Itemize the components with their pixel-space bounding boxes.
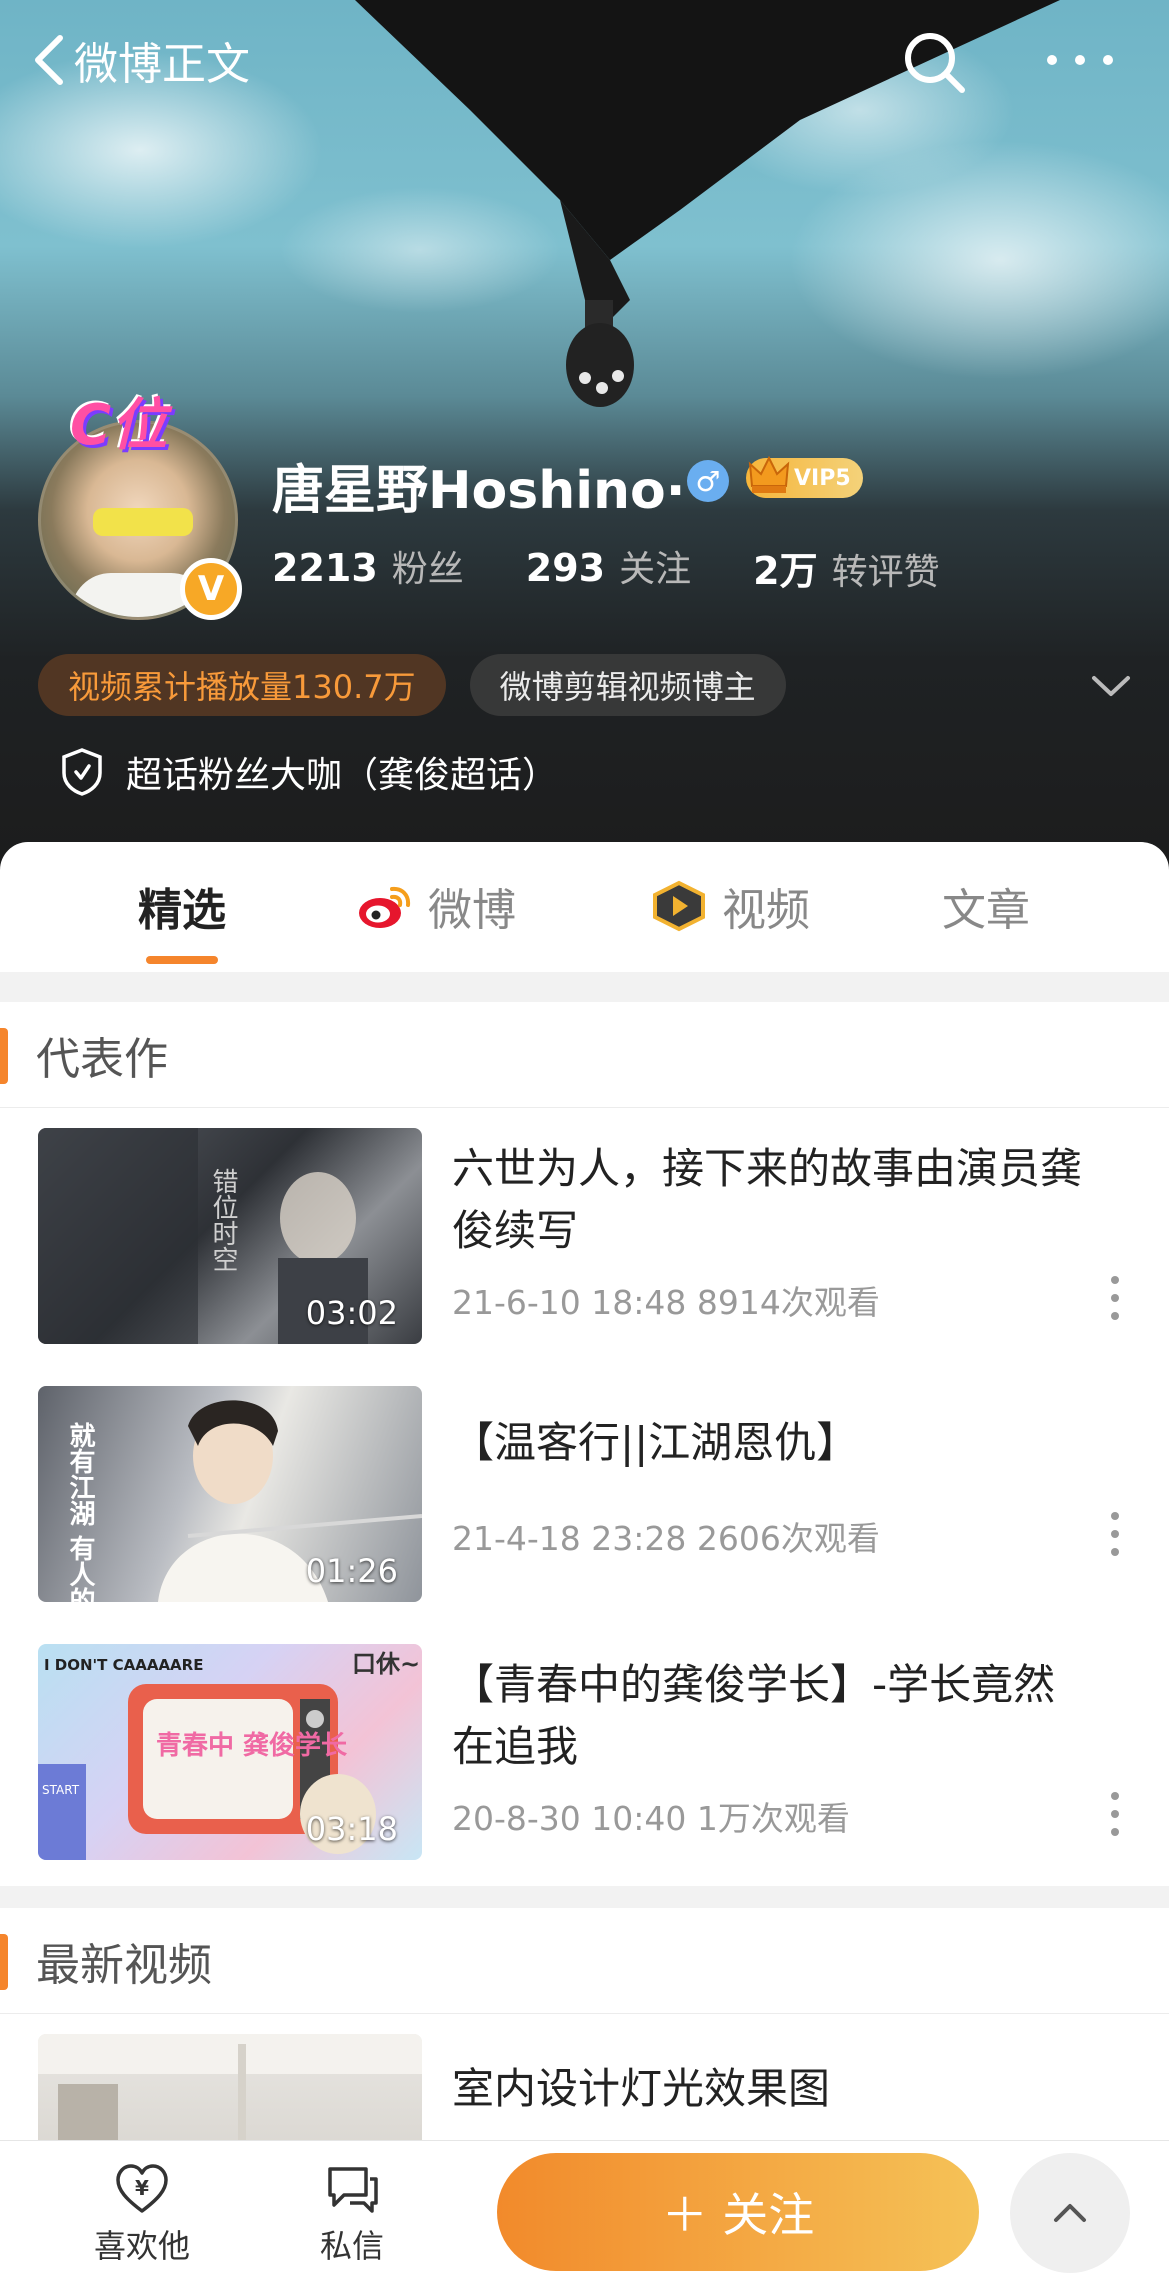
stat-label: 转评赞 [831, 552, 940, 593]
video-item[interactable]: 错位时空 03:02 六世为人，接下来的故事由演员龚俊续写 21-6-10 18… [0, 1108, 1169, 1366]
search-icon[interactable] [900, 28, 968, 96]
profile-tabs: 精选 微博 视频 文章 [0, 842, 1169, 972]
heart-yuan-icon: ¥ [116, 2164, 168, 2213]
chat-bubble-icon [328, 2167, 378, 2213]
profile-tags: 视频累计播放量130.7万 微博剪辑视频博主 [38, 654, 810, 716]
male-gender-icon: ♂ [687, 460, 729, 502]
follow-button[interactable]: ＋ 关注 [497, 2153, 979, 2271]
nav-title: 微博正文 [74, 39, 250, 90]
vip-badge[interactable]: VIP5 [746, 455, 863, 498]
tag-creator-type[interactable]: 微博剪辑视频博主 [469, 654, 786, 716]
video-title[interactable]: 【青春中的龚俊学长】-学长竟然在追我 [452, 1654, 1092, 1778]
section-title: 代表作 [36, 1033, 168, 1085]
section-title: 最新视频 [36, 1939, 212, 1991]
video-duration: 03:18 [305, 1810, 398, 1848]
video-duration: 01:26 [305, 1552, 398, 1590]
verified-badge-icon: V [180, 558, 242, 620]
video-title[interactable]: 【温客行||江湖恩仇】 [452, 1412, 1092, 1474]
video-thumbnail[interactable]: 错位时空 03:02 [38, 1128, 422, 1344]
chevron-down-icon[interactable] [1088, 666, 1134, 706]
section-header: 代表作 [0, 1002, 1169, 1108]
tab-articles[interactable]: 文章 [942, 876, 1030, 936]
thumbnail-caption: 错位时空 [208, 1168, 238, 1272]
video-thumbnail[interactable]: 青春中 龚俊学长 I DON'T CAAAAARE 口休~ START 03:1… [38, 1644, 422, 1860]
video-item[interactable]: 青春中 龚俊学长 I DON'T CAAAAARE 口休~ START 03:1… [0, 1624, 1169, 1882]
tab-label: 微博 [428, 885, 516, 936]
stat-label: 关注 [619, 549, 692, 590]
avatar-glasses-decoration [93, 508, 193, 536]
more-vertical-icon[interactable] [1100, 1504, 1130, 1564]
video-play-icon [653, 880, 705, 932]
thumbnail-sticker-text: I DON'T CAAAAARE [44, 1656, 203, 1674]
stat-value: 293 [525, 546, 606, 590]
section-accent-bar [0, 1028, 8, 1084]
c-position-badge: C位 [70, 393, 168, 458]
video-duration: 03:02 [305, 1294, 398, 1332]
video-thumbnail[interactable] [38, 2034, 422, 2140]
scroll-to-top-button[interactable] [1010, 2153, 1130, 2273]
thumbnail-tv-text: 青春中 龚俊学长 [156, 1730, 348, 1761]
message-label: 私信 [319, 2227, 384, 2265]
supertopic-honor[interactable]: 超话粉丝大咖（龚俊超话） [60, 746, 558, 798]
thumbnail-caption: 就有江湖 有人的地方 [65, 1422, 95, 1602]
more-options-icon[interactable] [1040, 40, 1120, 80]
like-button[interactable]: ¥ 喜欢他 [82, 2161, 202, 2267]
section-accent-bar [0, 1934, 8, 1990]
video-thumbnail[interactable]: 就有江湖 有人的地方 01:26 [38, 1386, 422, 1602]
user-name: 唐星野Hoshino· [272, 461, 686, 521]
latest-section: 最新视频 室内设计灯光效果图 [0, 1908, 1169, 2140]
tab-label: 精选 [138, 885, 226, 936]
tab-label: 文章 [942, 885, 1030, 936]
stat-interactions[interactable]: 2万 转评赞 [753, 540, 939, 595]
vip-crown-icon [748, 455, 790, 493]
more-vertical-icon[interactable] [1100, 1268, 1130, 1328]
message-button[interactable]: 私信 [292, 2161, 412, 2267]
tab-label: 视频 [722, 885, 810, 936]
shield-icon [62, 748, 102, 796]
video-meta: 21-4-18 23:28 2606次观看 [452, 1519, 880, 1558]
tab-video[interactable]: 视频 [650, 876, 810, 936]
featured-section: 代表作 错位时空 03:02 六世为人，接下来的故事由演员龚俊续写 21-6-1… [0, 1002, 1169, 1886]
video-meta: 21-6-10 18:48 8914次观看 [452, 1283, 880, 1322]
tab-featured[interactable]: 精选 [138, 876, 226, 936]
chevron-up-icon [1054, 2204, 1086, 2222]
vip-level-label: VIP5 [794, 465, 851, 491]
video-item[interactable]: 就有江湖 有人的地方 01:26 【温客行||江湖恩仇】 21-4-18 23:… [0, 1366, 1169, 1624]
profile-stats: 2213 粉丝 293 关注 2万 转评赞 [272, 540, 1002, 595]
stat-value: 2213 [272, 546, 378, 590]
stat-value: 2万 [753, 549, 818, 593]
stat-label: 粉丝 [391, 549, 464, 590]
active-tab-indicator [146, 956, 218, 964]
thumbnail-side-text: 口休~ [352, 1650, 420, 1678]
video-meta: 20-8-30 10:40 1万次观看 [452, 1799, 850, 1838]
video-title[interactable]: 六世为人，接下来的故事由演员龚俊续写 [452, 1138, 1092, 1262]
video-item[interactable]: 室内设计灯光效果图 [0, 2014, 1169, 2140]
tag-play-count[interactable]: 视频累计播放量130.7万 [38, 654, 446, 716]
thumbnail-game-text: START [42, 1783, 80, 1797]
weibo-logo-icon [359, 886, 411, 928]
back-arrow-icon [35, 35, 63, 85]
thumbnail-art [38, 2034, 422, 2140]
section-header: 最新视频 [0, 1908, 1169, 2014]
like-label: 喜欢他 [93, 2227, 190, 2265]
svg-text:¥: ¥ [135, 2176, 149, 2200]
avatar-container[interactable]: C位 V [20, 380, 250, 620]
more-vertical-icon[interactable] [1100, 1784, 1130, 1844]
video-title[interactable]: 室内设计灯光效果图 [452, 2058, 1092, 2120]
honor-text: 超话粉丝大咖（龚俊超话） [126, 755, 559, 796]
stat-following[interactable]: 293 关注 [526, 540, 691, 595]
stat-followers[interactable]: 2213 粉丝 [272, 540, 464, 595]
bottom-action-bar: ¥ 喜欢他 私信 ＋ 关注 [0, 2140, 1169, 2294]
tab-weibo[interactable]: 微博 [356, 876, 516, 936]
back-button[interactable]: 微博正文 [28, 30, 250, 90]
top-nav-bar: 微博正文 [0, 0, 1169, 120]
